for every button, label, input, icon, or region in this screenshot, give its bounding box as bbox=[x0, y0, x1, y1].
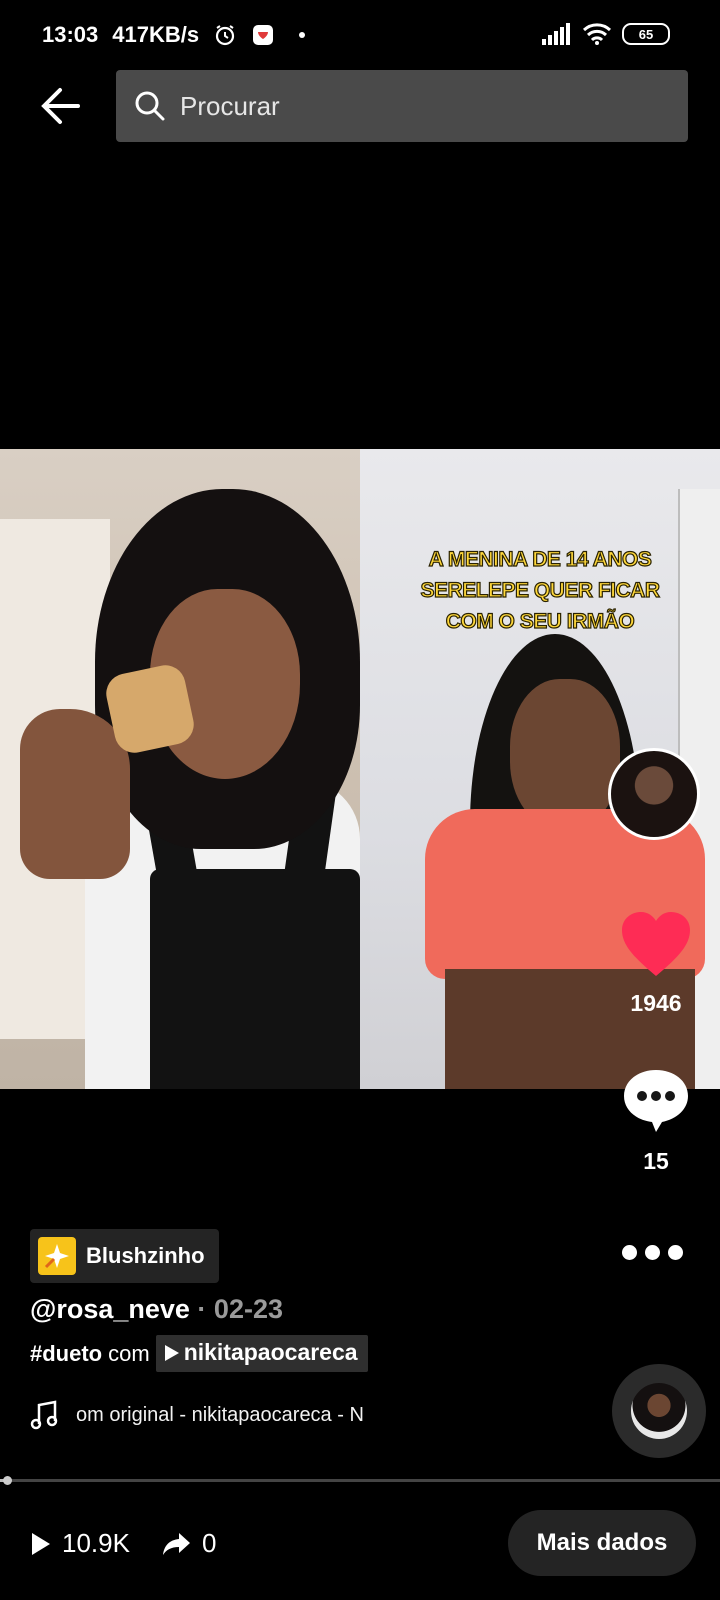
progress-handle[interactable] bbox=[3, 1476, 12, 1485]
dot-icon bbox=[299, 32, 306, 38]
search-placeholder: Procurar bbox=[180, 90, 280, 121]
search-icon bbox=[135, 91, 165, 121]
effect-label: Blushzinho bbox=[86, 1243, 205, 1268]
music-disc[interactable] bbox=[612, 1364, 706, 1458]
more-data-button[interactable]: Mais dados bbox=[508, 1510, 696, 1576]
play-icon bbox=[164, 1344, 179, 1361]
dot-icon bbox=[645, 1245, 660, 1260]
dot-icon bbox=[668, 1245, 683, 1260]
alarm-icon bbox=[216, 25, 235, 46]
author-line: @rosa_neve · 02-23 bbox=[30, 1294, 283, 1325]
creator-avatar[interactable] bbox=[608, 748, 700, 840]
status-bar: 13:03 417KB/s 65 bbox=[0, 0, 720, 70]
share-icon bbox=[163, 1532, 190, 1555]
music-cover bbox=[631, 1383, 687, 1439]
back-button[interactable] bbox=[38, 84, 86, 128]
duet-left-video bbox=[0, 449, 360, 1089]
shares-stat: 0 bbox=[162, 1528, 216, 1559]
views-count: 10.9K bbox=[62, 1528, 130, 1558]
effect-badge[interactable]: Blushzinho bbox=[30, 1229, 219, 1283]
hashtag-link[interactable]: #dueto bbox=[30, 1341, 102, 1367]
comment-icon bbox=[624, 1070, 688, 1132]
bottom-stats-bar: 10.9K 0 Mais dados bbox=[0, 1510, 720, 1580]
video-progress-bar[interactable] bbox=[0, 1476, 720, 1485]
date-separator: · bbox=[189, 1294, 214, 1324]
duet-with-label: com bbox=[108, 1340, 150, 1366]
caption-line: A MENINA DE 14 ANOS bbox=[428, 547, 652, 571]
signal-icon bbox=[542, 23, 570, 45]
heart-icon bbox=[622, 912, 690, 976]
music-title: om original - nikitapaocareca - N bbox=[76, 1403, 364, 1426]
search-input[interactable]: Procurar bbox=[116, 70, 688, 142]
comment-count: 15 bbox=[643, 1148, 669, 1174]
music-note-icon bbox=[30, 1400, 58, 1430]
author-username[interactable]: @rosa_neve bbox=[30, 1294, 190, 1324]
music-row[interactable]: om original - nikitapaocareca - N bbox=[30, 1400, 406, 1430]
like-button[interactable] bbox=[620, 910, 692, 980]
app-notification-icon bbox=[253, 25, 274, 45]
play-icon bbox=[32, 1532, 50, 1555]
duet-user-link[interactable]: nikitapaocareca bbox=[155, 1335, 368, 1372]
more-options-button[interactable] bbox=[622, 1245, 683, 1260]
caption-line: COM O SEU IRMÃO bbox=[445, 609, 635, 633]
dot-icon bbox=[622, 1245, 637, 1260]
battery-icon: 65 bbox=[622, 23, 670, 45]
caption-line: SERELEPE QUER FICAR bbox=[420, 578, 661, 602]
top-bar: Procurar bbox=[0, 70, 720, 142]
wifi-icon bbox=[582, 23, 612, 45]
network-speed: 417KB/s bbox=[112, 22, 200, 47]
comment-button[interactable] bbox=[620, 1066, 692, 1136]
duet-description: #dueto com nikitapaocareca bbox=[30, 1335, 368, 1372]
duet-username: nikitapaocareca bbox=[183, 1339, 358, 1365]
shares-count: 0 bbox=[202, 1528, 217, 1558]
post-date: 02-23 bbox=[213, 1294, 283, 1324]
sparkle-icon bbox=[38, 1237, 76, 1275]
views-stat: 10.9K bbox=[30, 1528, 130, 1559]
status-time: 13:03 bbox=[42, 22, 99, 47]
like-count: 1946 bbox=[630, 990, 682, 1016]
video-caption: A MENINA DE 14 ANOS SERELEPE QUER FICAR … bbox=[380, 544, 700, 637]
arrow-left-icon bbox=[41, 88, 80, 124]
